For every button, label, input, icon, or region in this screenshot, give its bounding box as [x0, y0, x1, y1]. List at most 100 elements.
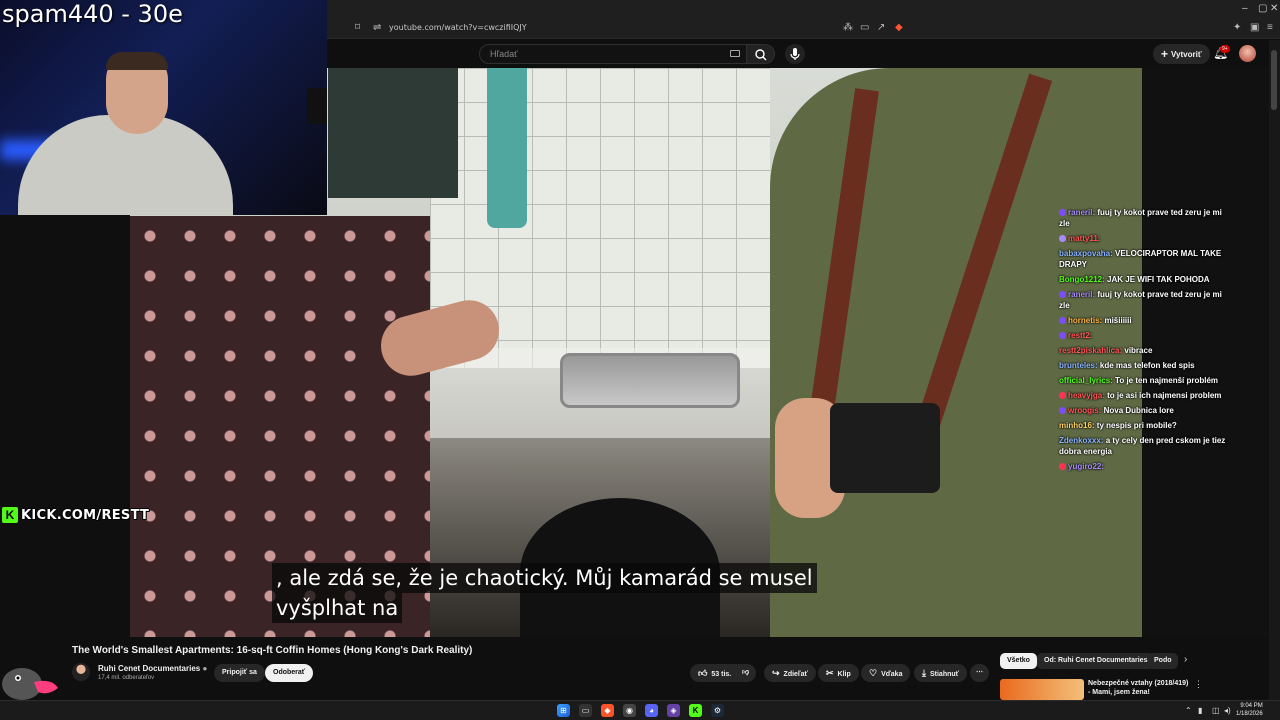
browser-tab-bar: – ▢ ✕: [327, 0, 1280, 20]
start-icon[interactable]: ⊞: [557, 704, 570, 717]
kick-url: KICK.COM/RESTT: [21, 507, 150, 523]
chat-message: Bongo1212: JAK JE WIFI TAK POHODA: [1059, 274, 1229, 285]
search-input[interactable]: Hľadať: [479, 44, 747, 64]
wallet-icon[interactable]: ▣: [1250, 22, 1259, 33]
cast-icon[interactable]: ▭: [860, 22, 869, 33]
voice-search-button[interactable]: [785, 44, 805, 64]
share-page-icon[interactable]: ↗: [877, 22, 885, 33]
chat-username[interactable]: wroogis:: [1068, 406, 1101, 415]
channel-name[interactable]: Ruhi Cenet Documentaries ●: [98, 664, 207, 673]
like-button[interactable]: 👍︎ 53 tis.: [690, 664, 738, 682]
system-clock[interactable]: 9:04 PM 1/18/2026: [1236, 702, 1263, 718]
translate-icon[interactable]: ⁂: [843, 22, 853, 33]
recommendation-title-line-2: - Mami, jsem žena!: [1088, 689, 1150, 696]
join-button[interactable]: Pripojiť sa: [214, 664, 265, 682]
chat-message: raneril: fuuj ty kokot prave ted zeru je…: [1059, 207, 1229, 229]
stream-chat: raneril: fuuj ty kokot prave ted zeru je…: [1059, 207, 1229, 476]
chat-badge-icon: [1059, 392, 1066, 399]
chat-username[interactable]: heavyjga:: [1068, 391, 1105, 400]
tray-chevron-icon[interactable]: ⌃: [1185, 706, 1192, 715]
brave-shield-icon[interactable]: ◆: [895, 22, 903, 33]
chat-username[interactable]: Zdenkoxxx:: [1059, 436, 1103, 445]
share-button[interactable]: ↪ Zdieľať: [764, 664, 816, 682]
channel-avatar[interactable]: [72, 663, 90, 681]
webcam-overlay: spam440 - 30e: [0, 0, 327, 215]
scrollbar[interactable]: [1269, 40, 1280, 700]
maximize-icon[interactable]: ▢: [1258, 3, 1267, 14]
chat-username[interactable]: official_lyrics:: [1059, 376, 1113, 385]
menu-icon[interactable]: ≡: [1267, 22, 1273, 33]
create-button[interactable]: + Vytvoriť: [1153, 44, 1210, 64]
chat-text: to je asi ich najmensi problem: [1107, 391, 1222, 400]
chat-username[interactable]: brunteles:: [1059, 361, 1098, 370]
chat-message: restt2piskahlica: vibrace: [1059, 345, 1229, 356]
more-actions-button[interactable]: ⋯: [970, 664, 989, 682]
subtitle-line-2: vyšplhat na: [272, 593, 403, 623]
thanks-button[interactable]: ♡ Vďaka: [861, 664, 911, 682]
account-avatar[interactable]: [1239, 45, 1256, 62]
search-placeholder: Hľadať: [490, 49, 518, 59]
share-label: Zdieľať: [783, 671, 808, 678]
steam-icon[interactable]: ⚙: [711, 704, 724, 717]
streamer-hair: [106, 52, 168, 70]
recommendation-title[interactable]: Nebezpečné vztahy (2018/419) - Mami, jse…: [1088, 679, 1188, 697]
chat-text: Nova Dubnica lore: [1103, 406, 1174, 415]
chat-text: To je ten najmenší problém: [1115, 376, 1219, 385]
chat-username[interactable]: yugiro22:: [1068, 462, 1104, 471]
chat-username[interactable]: restt2piskahlica:: [1059, 346, 1122, 355]
chip-all-label: Všetko: [1007, 657, 1030, 664]
chip-similar[interactable]: Podo: [1148, 653, 1178, 669]
extensions-icon[interactable]: ✦: [1233, 22, 1241, 33]
address-bar: ⌑ ⇌ youtube.com/watch?v=cwczifiIQJY ⁂ ▭ …: [327, 20, 1280, 39]
chat-username[interactable]: matty11:: [1068, 234, 1100, 243]
chat-badge-icon: [1059, 332, 1066, 339]
chat-message: brunteles: kde mas telefon ked spis: [1059, 360, 1229, 371]
recommendation-thumbnail[interactable]: [1000, 679, 1084, 700]
download-button[interactable]: ⤓ Stiahnuť: [914, 664, 968, 682]
subscribe-button[interactable]: Odoberať: [265, 664, 314, 682]
chat-username[interactable]: raneril:: [1068, 208, 1095, 217]
kebab-menu-icon[interactable]: ⋮: [1194, 679, 1203, 690]
url-field[interactable]: youtube.com/watch?v=cwczifiIQJY: [389, 23, 527, 32]
chat-username[interactable]: Bongo1212:: [1059, 275, 1105, 284]
verified-icon: ●: [202, 664, 208, 673]
task-view-icon[interactable]: ▭: [579, 704, 592, 717]
chip-all[interactable]: Všetko: [1000, 653, 1037, 669]
chat-username[interactable]: raneril:: [1068, 290, 1095, 299]
channel-name-text: Ruhi Cenet Documentaries: [98, 664, 201, 673]
download-label: Stiahnuť: [929, 671, 960, 678]
chevron-right-icon[interactable]: ›: [1184, 654, 1187, 665]
close-icon[interactable]: ✕: [1270, 3, 1278, 14]
volume-icon[interactable]: ◂): [1224, 706, 1231, 715]
chat-username[interactable]: minho16:: [1059, 421, 1095, 430]
scroll-thumb[interactable]: [1271, 50, 1277, 110]
clip-button[interactable]: ✂ Klip: [818, 664, 859, 682]
site-info-icon[interactable]: ⇌: [373, 22, 381, 33]
chat-username[interactable]: hornetis:: [1068, 316, 1102, 325]
plus-icon: +: [1161, 47, 1169, 61]
discord-icon[interactable]: ◕: [645, 704, 658, 717]
download-icon: ⤓: [922, 668, 926, 678]
kick-banner: K KICK.COM/RESTT: [2, 506, 149, 524]
screen: – ▢ ✕ ⌑ ⇌ youtube.com/watch?v=cwczifiIQJ…: [0, 0, 1280, 720]
keyboard-icon[interactable]: [730, 50, 740, 57]
video-title: The World's Smallest Apartments: 16-sq-f…: [72, 645, 473, 656]
obs-icon[interactable]: ◉: [623, 704, 636, 717]
search-button[interactable]: [747, 44, 775, 64]
kick-app-icon[interactable]: K: [689, 704, 702, 717]
chat-username[interactable]: restt2:: [1068, 331, 1092, 340]
chat-message: hornetis: mišiiiiii: [1059, 315, 1229, 326]
bookmark-icon[interactable]: ⌑: [355, 22, 360, 33]
minimize-icon[interactable]: –: [1242, 3, 1248, 14]
brave-browser-icon[interactable]: ◆: [601, 704, 614, 717]
battery-icon[interactable]: ▮: [1198, 706, 1202, 715]
chip-from-channel[interactable]: Od: Ruhi Cenet Documentaries: [1037, 653, 1155, 669]
chat-message: official_lyrics: To je ten najmenší prob…: [1059, 375, 1229, 386]
youtube-header: Hľadať + Vytvoriť 🔔︎ 9+: [327, 40, 1280, 68]
network-icon[interactable]: ◫: [1212, 706, 1220, 715]
app-icon[interactable]: ◈: [667, 704, 680, 717]
chat-username[interactable]: babaxpovaha:: [1059, 249, 1113, 258]
more-label: ⋯: [976, 669, 983, 676]
thumbs-up-icon: 👍︎: [698, 668, 708, 678]
dislike-button[interactable]: 👎︎: [735, 664, 757, 682]
